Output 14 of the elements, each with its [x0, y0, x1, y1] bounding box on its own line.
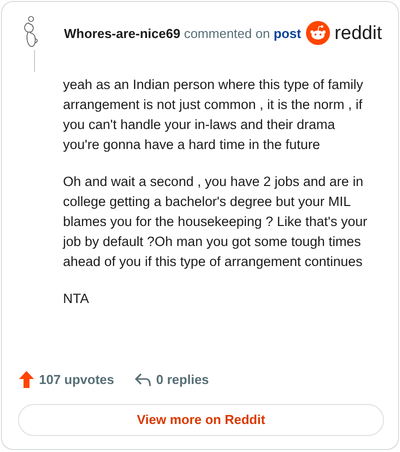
comment-paragraph: Oh and wait a second , you have 2 jobs and are in college getting a bachelor's degree but your MIL blames you for the housekeeping ? Like that's your job by default ?Oh man you got some tough times ahead of you if this type of arrangement continues: [63, 173, 368, 271]
upvote-count: 107 upvotes: [39, 371, 114, 389]
view-more-button[interactable]: View more on Reddit: [18, 404, 384, 436]
reddit-logo-icon: [306, 21, 330, 45]
author-name[interactable]: Whores-are-nice69: [64, 26, 180, 41]
upvote-arrow-icon[interactable]: [19, 371, 34, 388]
comment-paragraph: NTA: [63, 290, 90, 308]
reply-count: 0 replies: [156, 371, 209, 389]
reply-arrow-icon[interactable]: [135, 372, 152, 387]
brand-wordmark: reddit: [334, 24, 382, 42]
avatar-icon: [23, 16, 39, 49]
post-link[interactable]: post: [274, 26, 302, 41]
comment-paragraph: yeah as an Indian person where this type of family arrangement is not just common , it is the norm , if you can't handle your in-laws and their drama you're gonna have a hard time in the future: [63, 76, 364, 154]
action-text: commented on: [184, 26, 270, 41]
